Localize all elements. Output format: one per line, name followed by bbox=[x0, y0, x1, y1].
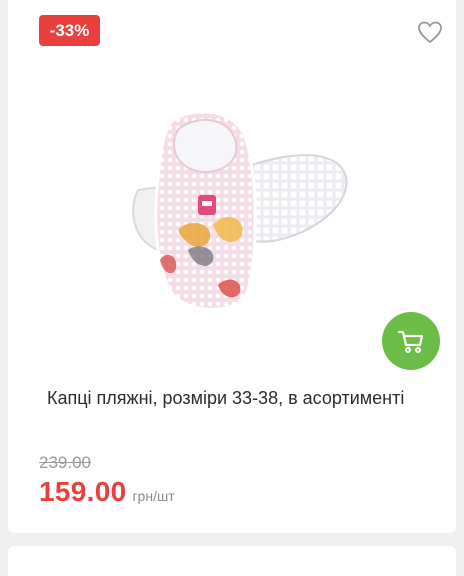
heart-icon bbox=[418, 21, 442, 43]
old-price: 239.00 bbox=[39, 453, 91, 472]
price-unit: грн/шт bbox=[132, 488, 175, 504]
add-to-cart-button[interactable] bbox=[382, 312, 440, 370]
slippers-illustration bbox=[132, 110, 348, 311]
product-title[interactable]: Капці пляжні, розміри 33-38, в асортимен… bbox=[47, 386, 447, 410]
product-card: -33% Капці пляжні, розміри 33-38, в асор… bbox=[8, 0, 456, 533]
next-product-card bbox=[8, 546, 456, 576]
discount-badge: -33% bbox=[39, 15, 100, 46]
price-row: 159.00 грн/шт bbox=[39, 476, 175, 508]
cart-icon bbox=[397, 330, 424, 353]
product-image[interactable] bbox=[118, 100, 358, 325]
wishlist-button[interactable] bbox=[416, 19, 444, 45]
current-price: 159.00 bbox=[39, 476, 127, 507]
